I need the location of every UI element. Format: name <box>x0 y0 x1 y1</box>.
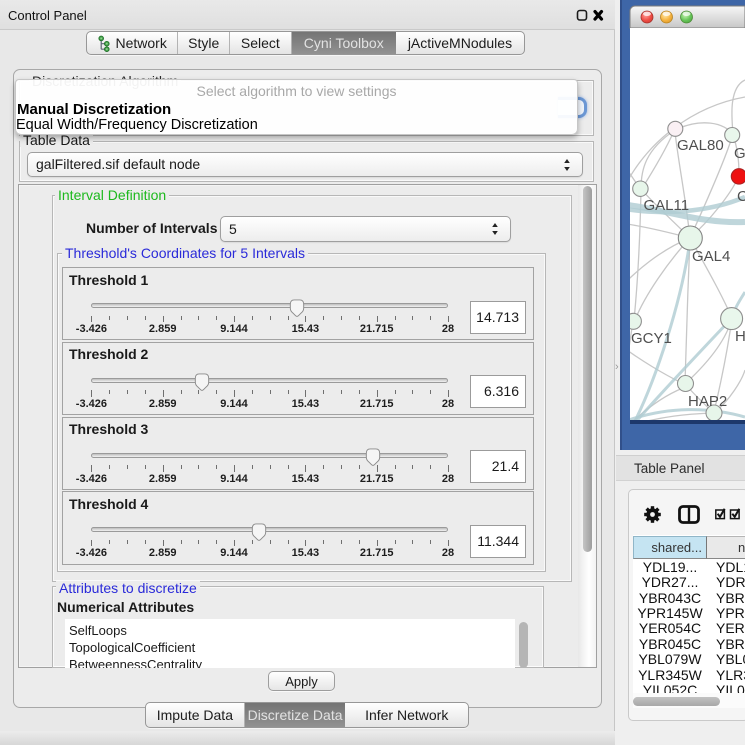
svg-text:GAL80: GAL80 <box>677 137 724 154</box>
svg-text:GAL11: GAL11 <box>644 197 690 214</box>
svg-text:GA: GA <box>734 145 745 162</box>
svg-text:HAP2: HAP2 <box>688 393 727 410</box>
svg-text:GCY1: GCY1 <box>631 330 672 347</box>
svg-text:C: C <box>737 188 745 205</box>
svg-text:H: H <box>735 328 745 345</box>
svg-text:GAL4: GAL4 <box>692 248 730 265</box>
